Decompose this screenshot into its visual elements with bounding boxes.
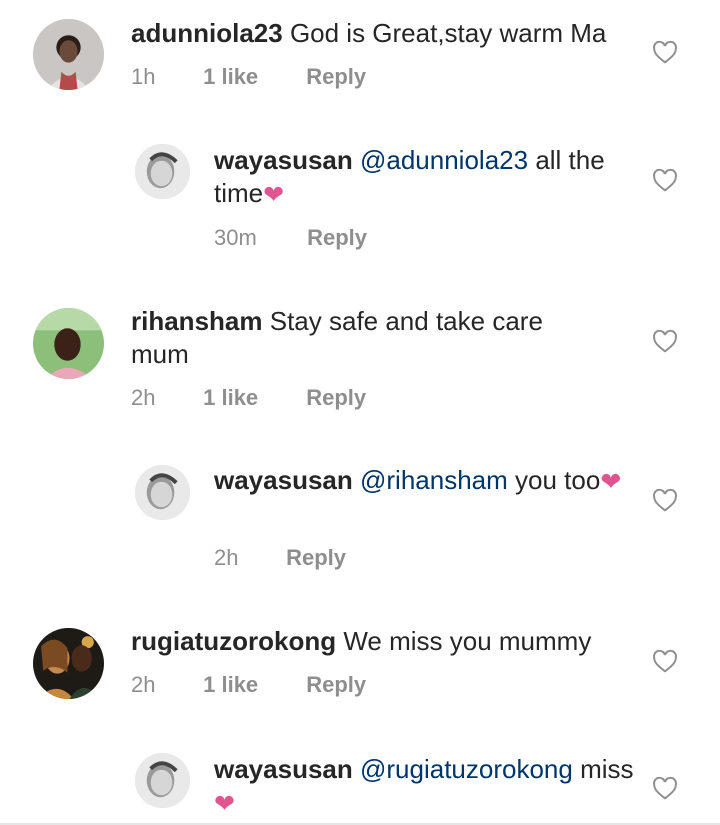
username-link[interactable]: wayasusan bbox=[214, 145, 353, 175]
comment-body: We miss you mummy bbox=[343, 626, 592, 656]
comment-text: adunniola23 God is Great,stay warm Ma bbox=[131, 17, 651, 50]
like-count[interactable]: 1 like bbox=[203, 672, 300, 698]
reply-button[interactable]: Reply bbox=[306, 64, 366, 90]
reply-button[interactable]: Reply bbox=[307, 225, 367, 251]
comment-meta: 1h 1 like Reply bbox=[131, 64, 366, 90]
comment-text: wayasusan @rihansham you too❤ bbox=[214, 464, 634, 498]
comment-text: rihansham Stay safe and take care mum bbox=[131, 305, 601, 371]
username-link[interactable]: rugiatuzorokong bbox=[131, 626, 336, 656]
reply-button[interactable]: Reply bbox=[286, 545, 346, 571]
avatar[interactable] bbox=[33, 628, 104, 699]
avatar[interactable] bbox=[33, 308, 104, 379]
username-link[interactable]: adunniola23 bbox=[131, 18, 283, 48]
comment-text: wayasusan @adunniola23 all the time❤ bbox=[214, 144, 634, 211]
avatar[interactable] bbox=[135, 465, 190, 520]
timestamp: 2h bbox=[214, 545, 239, 570]
avatar[interactable] bbox=[33, 19, 104, 90]
heart-outline-icon[interactable] bbox=[652, 776, 678, 800]
timestamp: 2h bbox=[131, 672, 156, 697]
comment-body: miss bbox=[580, 754, 634, 784]
mention-link[interactable]: @adunniola23 bbox=[360, 145, 528, 175]
comment-meta: 30m Reply bbox=[214, 225, 367, 251]
username-link[interactable]: rihansham bbox=[131, 306, 263, 336]
reply-button[interactable]: Reply bbox=[306, 385, 366, 411]
timestamp: 2h bbox=[131, 385, 156, 410]
heart-outline-icon[interactable] bbox=[652, 40, 678, 64]
comment-meta: 2h Reply bbox=[214, 545, 346, 571]
comment-body: God is Great,stay warm Ma bbox=[289, 18, 607, 48]
username-link[interactable]: wayasusan bbox=[214, 754, 353, 784]
username-link[interactable]: wayasusan bbox=[214, 465, 353, 495]
mention-link[interactable]: @rugiatuzorokong bbox=[360, 754, 573, 784]
avatar[interactable] bbox=[135, 753, 190, 808]
heart-outline-icon[interactable] bbox=[652, 488, 678, 512]
comment-meta: 2h 1 like Reply bbox=[131, 385, 366, 411]
mention-link[interactable]: @rihansham bbox=[360, 465, 508, 495]
heart-outline-icon[interactable] bbox=[652, 649, 678, 673]
heart-outline-icon[interactable] bbox=[652, 168, 678, 192]
like-count[interactable]: 1 like bbox=[203, 64, 300, 90]
avatar[interactable] bbox=[135, 144, 190, 199]
heart-emoji: ❤ bbox=[214, 790, 235, 818]
comment-text: wayasusan @rugiatuzorokong miss ❤ bbox=[214, 753, 634, 820]
heart-emoji: ❤ bbox=[600, 468, 622, 496]
comment-meta: 2h 1 like Reply bbox=[131, 672, 366, 698]
timestamp: 30m bbox=[214, 225, 257, 250]
heart-outline-icon[interactable] bbox=[652, 329, 678, 353]
timestamp: 1h bbox=[131, 64, 156, 89]
heart-emoji: ❤ bbox=[263, 181, 285, 209]
comment-body: you too bbox=[515, 465, 601, 495]
comment-text: rugiatuzorokong We miss you mummy bbox=[131, 625, 651, 658]
like-count[interactable]: 1 like bbox=[203, 385, 300, 411]
reply-button[interactable]: Reply bbox=[306, 672, 366, 698]
